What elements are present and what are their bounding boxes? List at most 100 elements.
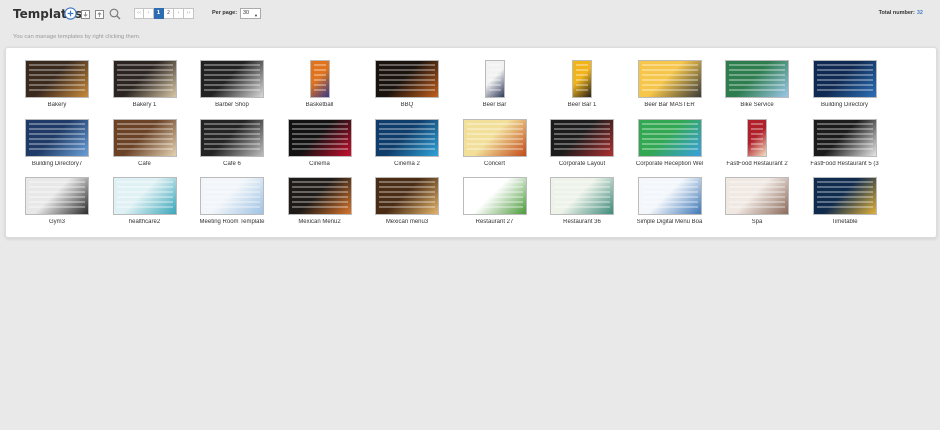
template-thumbnail: [200, 177, 264, 215]
template-thumbnail: [200, 60, 264, 98]
template-label: Bakery: [47, 102, 67, 108]
thumbnail-detail: [488, 64, 501, 94]
last-page-button[interactable]: ››: [184, 8, 194, 19]
template-tile-spa[interactable]: Spa: [714, 177, 800, 232]
thumbnail-detail: [379, 181, 435, 211]
thumbnail-detail: [29, 122, 85, 153]
prev-page-button[interactable]: ‹: [144, 8, 154, 19]
template-tile-gym3[interactable]: Gym3: [14, 177, 100, 232]
first-page-button[interactable]: ‹‹: [134, 8, 144, 19]
template-tile-fastfood-restaurant-5-3[interactable]: FastFood Restaurant 5 (3: [802, 118, 888, 174]
thumbnail-detail: [554, 122, 610, 153]
page-1-button[interactable]: 1: [154, 8, 164, 19]
pagination: ‹‹ ‹ 1 2 › ››: [134, 8, 194, 19]
template-thumbnail: [462, 118, 527, 157]
template-tile-simple-digital-menu-boa[interactable]: Simple Digital Menu Boa: [627, 177, 713, 232]
template-tile-corporate-reception-wel[interactable]: Corporate Reception Wel: [627, 118, 713, 174]
template-tile-bakery-1[interactable]: Bakery 1: [102, 60, 188, 115]
template-label: Cafe 6: [223, 160, 241, 167]
template-thumbnail: [812, 118, 877, 157]
template-tile-basketball[interactable]: Basketball: [277, 60, 363, 115]
template-label: Spa: [751, 219, 763, 225]
next-page-button[interactable]: ›: [174, 8, 184, 19]
template-thumbnail: [812, 177, 877, 215]
template-tile-fastfood-restaurant-2[interactable]: FastFood Restaurant 2: [714, 118, 800, 174]
template-label: Restaurant 36: [563, 219, 601, 225]
template-thumbnail: [287, 118, 352, 157]
template-label: Bakery 1: [132, 102, 157, 108]
thumbnail-detail: [116, 122, 173, 153]
total-number: Total number: 32: [879, 10, 923, 16]
template-label: Cafe: [138, 160, 151, 167]
template-tile-mexican-menu2[interactable]: Mexican Menu2: [277, 177, 363, 232]
template-tile-beer-bar-1[interactable]: Beer Bar 1: [539, 60, 625, 115]
template-tile-mexican-menu3[interactable]: Mexican menu3: [364, 177, 450, 232]
thumbnail-detail: [816, 122, 873, 153]
template-label: Mexican menu3: [385, 219, 429, 225]
template-tile-meeting-room-template[interactable]: Meeting Room Template: [189, 177, 275, 232]
template-tile-timetable[interactable]: Timetable: [802, 177, 888, 232]
page-2-button[interactable]: 2: [164, 8, 174, 19]
template-thumbnail: [572, 60, 592, 98]
thumbnail-detail: [313, 64, 326, 94]
template-tile-healthcare2[interactable]: healthcare2: [102, 177, 188, 232]
template-tile-restaurant-27[interactable]: Restaurant 27: [452, 177, 538, 232]
template-label: Building Directory7: [31, 160, 83, 167]
template-label: Restaurant 27: [475, 219, 514, 225]
import-icon[interactable]: [81, 10, 90, 19]
template-tile-beer-bar[interactable]: Beer Bar: [452, 60, 538, 115]
thumbnail-detail: [291, 181, 348, 211]
thumbnail-detail: [204, 122, 260, 153]
template-thumbnail: [637, 60, 702, 98]
template-thumbnail: [462, 177, 527, 215]
template-label: Beer Bar: [482, 102, 507, 108]
thumbnail-detail: [29, 181, 85, 211]
thumbnail-detail: [816, 64, 873, 94]
template-label: Gym3: [48, 219, 65, 225]
template-thumbnail: [112, 118, 177, 157]
thumbnail-detail: [576, 64, 588, 94]
template-label: Timetable: [831, 219, 858, 225]
template-label: FastFood Restaurant 5 (3: [810, 160, 879, 167]
thumbnail-detail: [204, 181, 260, 211]
template-tile-cinema-2[interactable]: Cinema 2: [364, 118, 450, 174]
template-tile-bakery[interactable]: Bakery: [14, 60, 100, 115]
template-thumbnail: [25, 60, 89, 98]
template-tile-corporate-layout[interactable]: Corporate Layout: [539, 118, 625, 174]
template-tile-cafe-6[interactable]: Cafe 6: [189, 118, 275, 174]
export-icon[interactable]: [95, 10, 104, 19]
template-label: Basketball: [305, 102, 334, 108]
thumbnail-detail: [641, 64, 698, 94]
template-thumbnail: [725, 60, 789, 98]
template-label: Concert: [483, 160, 505, 167]
template-label: Bike Service: [740, 102, 774, 108]
template-tile-cafe[interactable]: Cafe: [102, 118, 188, 174]
template-thumbnail: [637, 118, 702, 157]
template-tile-restaurant-36[interactable]: Restaurant 36: [539, 177, 625, 232]
thumbnail-detail: [204, 64, 260, 94]
add-template-icon[interactable]: [64, 7, 77, 20]
search-icon[interactable]: [109, 8, 121, 20]
template-thumbnail: [637, 177, 702, 215]
thumbnail-detail: [729, 64, 785, 94]
template-tile-bike-service[interactable]: Bike Service: [714, 60, 800, 115]
thumbnail-detail: [29, 64, 85, 94]
thumbnail-detail: [816, 181, 873, 211]
thumbnail-detail: [291, 122, 348, 153]
template-tile-building-directory[interactable]: Building Directory: [802, 60, 888, 115]
per-page-select[interactable]: 30 ▼: [240, 8, 261, 19]
template-tile-bbq[interactable]: BBQ: [364, 60, 450, 115]
template-tile-cinema[interactable]: Cinema: [277, 118, 363, 174]
template-tile-concert[interactable]: Concert: [452, 118, 538, 174]
thumbnail-detail: [466, 181, 523, 211]
template-label: Beer Bar MASTER: [644, 102, 695, 108]
template-tile-beer-bar-master[interactable]: Beer Bar MASTER: [627, 60, 713, 115]
thumbnail-detail: [751, 122, 763, 153]
total-label: Total number:: [878, 10, 915, 16]
template-thumbnail: [812, 60, 877, 98]
template-label: Mexican Menu2: [298, 219, 341, 225]
template-tile-building-directory7[interactable]: Building Directory7: [14, 118, 100, 174]
template-thumbnail: [309, 60, 330, 98]
template-label: Building Directory: [820, 102, 869, 108]
template-tile-barber-shop[interactable]: Barber Shop: [189, 60, 275, 115]
